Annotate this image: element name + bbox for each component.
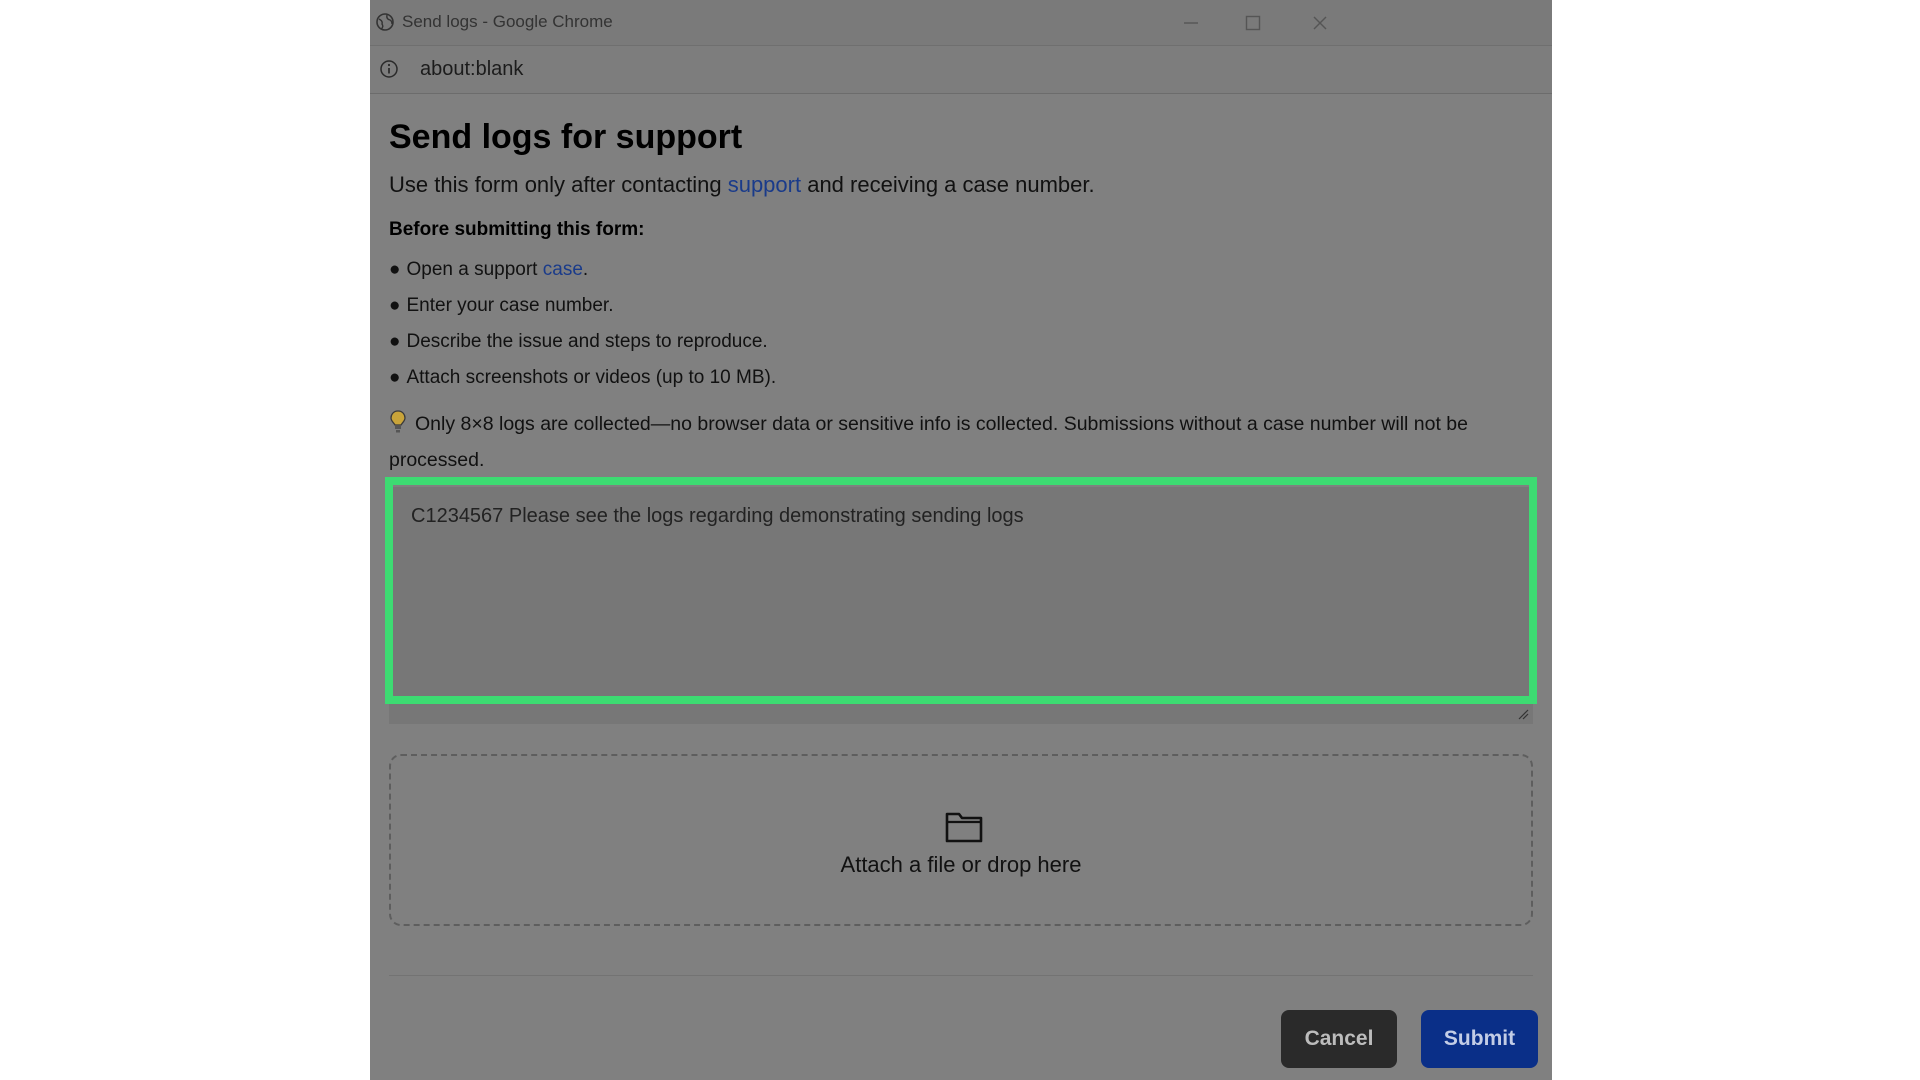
globe-icon (376, 13, 394, 31)
list-item: ● Describe the issue and steps to reprodu… (389, 324, 776, 360)
description-textarea[interactable]: C1234567 Please see the logs regarding d… (389, 487, 1533, 724)
bullet-text: Describe the issue and steps to reproduc… (406, 331, 768, 352)
list-item: ● Enter your case number. (389, 288, 776, 324)
submit-button[interactable]: Submit (1421, 1010, 1538, 1068)
bullet-icon: ● (389, 331, 401, 352)
privacy-note: Only 8×8 logs are collected—no browser d… (389, 406, 1533, 478)
page-title: Send logs for support (389, 118, 743, 156)
case-link[interactable]: case (543, 259, 583, 280)
info-icon[interactable] (379, 59, 399, 79)
instructions-list: ● Open a support case. ● Enter your case n… (389, 252, 776, 396)
window-title: Send logs - Google Chrome (402, 12, 613, 31)
intro-text: Use this form only after contacting supp… (389, 172, 1095, 198)
bullet-text-end: . (582, 259, 589, 280)
before-submitting-heading: Before submitting this form: (389, 219, 645, 240)
address-bar[interactable]: about:blank (370, 46, 1552, 94)
title-bar: Send logs - Google Chrome (370, 0, 1552, 46)
maximize-icon[interactable] (1240, 10, 1266, 36)
footer-divider (389, 975, 1533, 976)
support-link[interactable]: support (728, 172, 801, 197)
note-text: Only 8×8 logs are collected—no browser d… (389, 413, 1468, 471)
bullet-icon: ● (389, 295, 401, 316)
intro-text-start: Use this form only after contacting (389, 172, 728, 197)
bullet-text: Attach screenshots or videos (up to 10 M… (406, 367, 777, 388)
description-field-container: C1234567 Please see the logs regarding d… (385, 477, 1537, 724)
lightbulb-icon (390, 410, 406, 433)
close-icon[interactable] (1307, 10, 1333, 36)
folder-icon (945, 812, 983, 843)
cancel-button[interactable]: Cancel (1281, 1010, 1397, 1068)
bullet-text: Enter your case number. (406, 295, 614, 316)
minimize-icon[interactable] (1178, 10, 1204, 36)
list-item: ● Attach screenshots or videos (up to 10 … (389, 360, 776, 396)
bullet-icon: ● (389, 367, 401, 388)
file-dropzone[interactable]: Attach a file or drop here (389, 754, 1533, 926)
url-text[interactable]: about:blank (420, 58, 523, 81)
resize-handle-icon[interactable] (1517, 708, 1529, 720)
bullet-text: Open a support (406, 259, 543, 280)
browser-window: Send logs - Google Chrome about:blank Se… (370, 0, 1552, 1080)
attach-label: Attach a file or drop here (840, 852, 1082, 877)
list-item: ● Open a support case. (389, 252, 776, 288)
intro-text-end: and receiving a case number. (801, 172, 1095, 197)
bullet-icon: ● (389, 259, 401, 280)
page-content: Send logs for support Use this form only… (385, 94, 1538, 1080)
